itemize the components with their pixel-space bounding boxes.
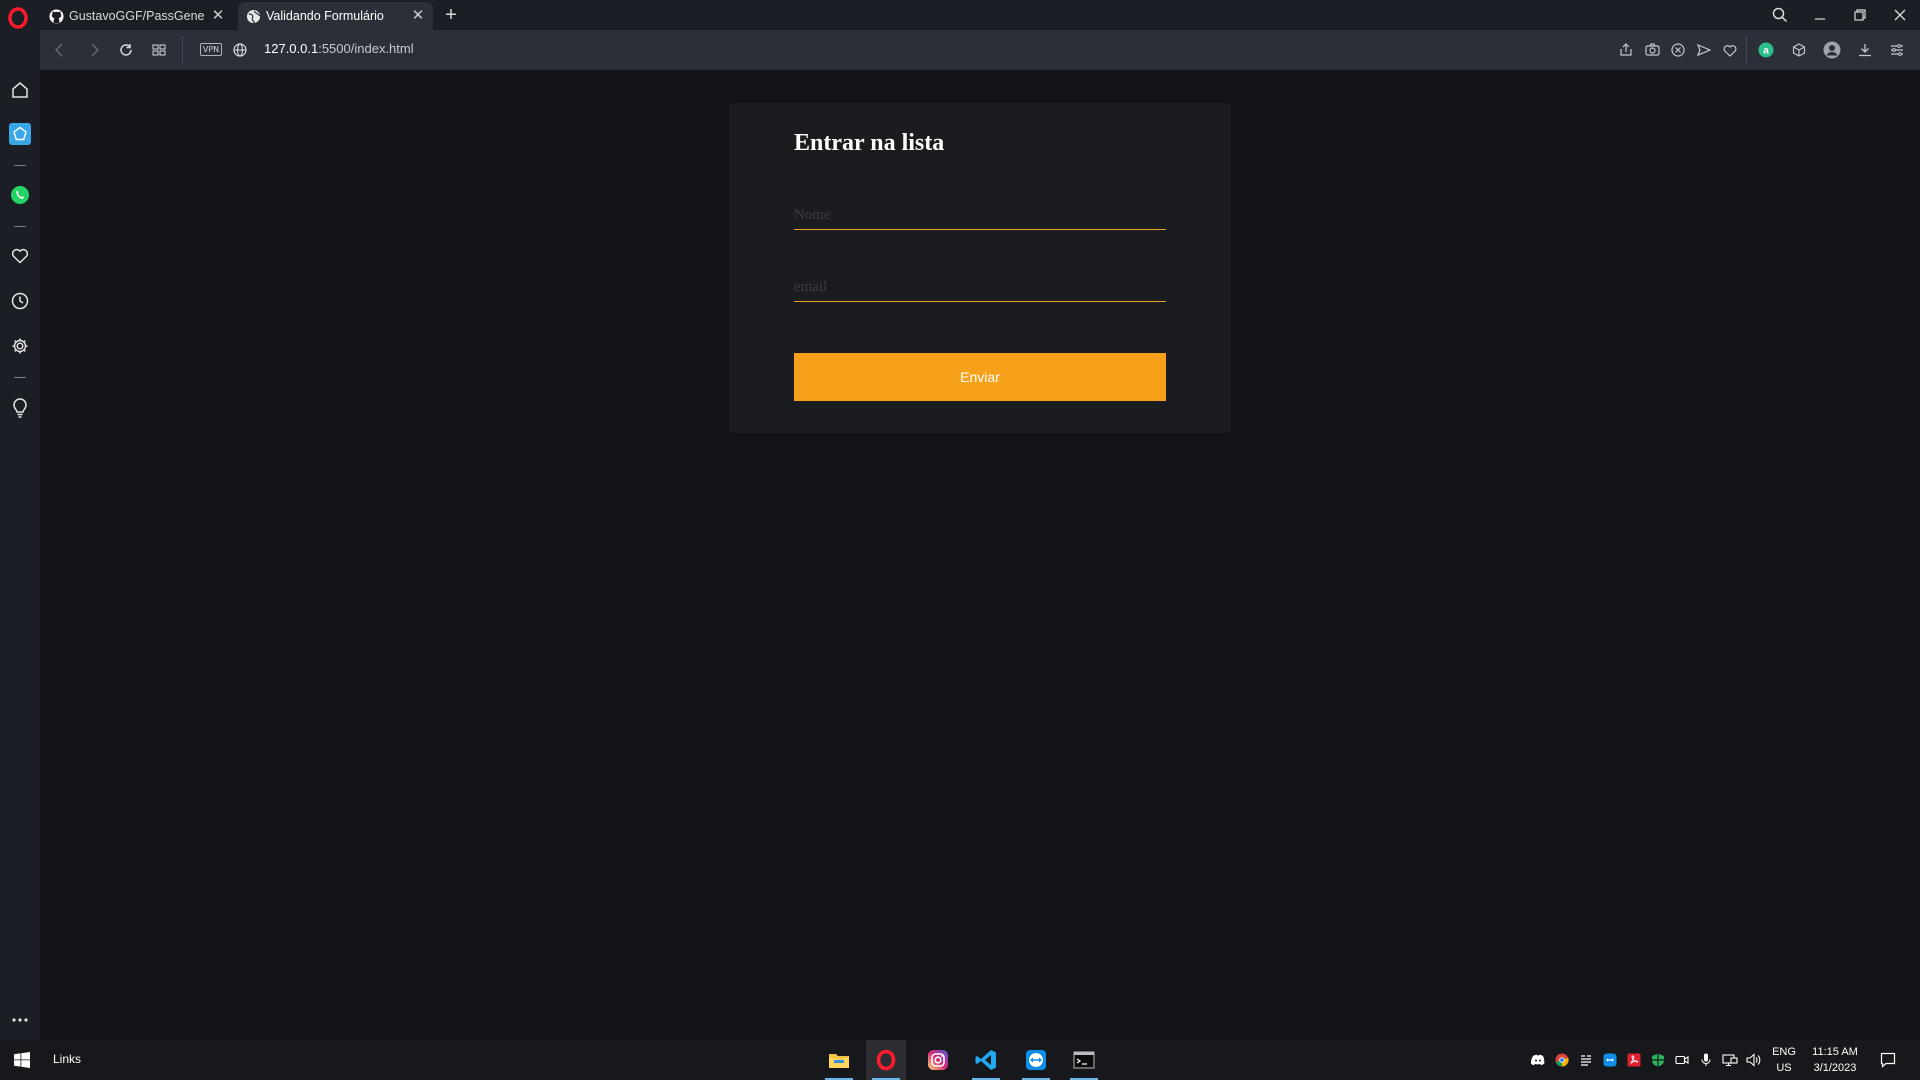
minimize-button[interactable] [1806, 4, 1834, 26]
heart-icon[interactable] [8, 244, 32, 268]
security-tray-icon[interactable] [1650, 1052, 1666, 1068]
home-icon[interactable] [8, 78, 32, 102]
input-language-indicator[interactable]: ENG US [1768, 1044, 1800, 1076]
share-icon[interactable] [1616, 40, 1636, 60]
windows-taskbar: Links ENG US 11:15 AM 3/1/2023 [0, 1040, 1920, 1080]
close-tab-icon[interactable]: ✕ [211, 8, 225, 23]
file-explorer-icon[interactable] [819, 1040, 859, 1080]
aria-extension-icon[interactable]: a [1756, 40, 1776, 60]
network-icon[interactable] [1722, 1052, 1738, 1068]
links-toolbar-label[interactable]: Links [53, 1052, 81, 1066]
easy-setup-menu-icon[interactable] [1887, 40, 1907, 60]
more-icon[interactable] [8, 1008, 32, 1032]
chrome-tray-icon[interactable] [1554, 1052, 1570, 1068]
sidebar-divider [14, 165, 26, 166]
meet-now-icon[interactable] [1674, 1052, 1690, 1068]
region-code: US [1776, 1062, 1792, 1074]
bookmark-heart-icon[interactable] [1720, 40, 1740, 60]
lightbulb-icon[interactable] [8, 396, 32, 420]
instagram-icon[interactable] [918, 1040, 958, 1080]
new-tab-button[interactable]: + [441, 4, 461, 26]
page-viewport: Entrar na lista Enviar [40, 70, 1920, 1040]
sidebar-divider [14, 226, 26, 227]
microphone-icon[interactable] [1698, 1052, 1714, 1068]
send-icon[interactable] [1694, 40, 1714, 60]
email-input[interactable] [794, 274, 1166, 302]
search-tabs-icon[interactable] [1766, 4, 1794, 26]
forward-button[interactable] [84, 40, 104, 60]
svg-text:a: a [1763, 46, 1769, 57]
snapshot-camera-icon[interactable] [1642, 40, 1662, 60]
clock-date: 3/1/2023 [1813, 1062, 1857, 1074]
pdf-tray-icon[interactable] [1626, 1052, 1642, 1068]
url-path: :5500/index.html [318, 41, 414, 56]
signup-form-card: Entrar na lista Enviar [730, 103, 1230, 433]
url-host: 127.0.0.1 [264, 41, 319, 56]
whatsapp-icon[interactable] [8, 183, 32, 207]
notes-tray-icon[interactable] [1578, 1052, 1594, 1068]
back-button[interactable] [50, 40, 70, 60]
tab-github[interactable]: GustavoGGF/PassGenerator ✕ [41, 2, 233, 30]
site-info-globe-icon[interactable] [230, 40, 250, 60]
opera-icon[interactable] [866, 1040, 906, 1080]
extensions-cube-icon[interactable] [1789, 40, 1809, 60]
opera-logo-icon[interactable] [8, 7, 28, 29]
address-toolbar: VPN 127.0.0.1:5500/index.html a [40, 30, 1920, 70]
name-input[interactable] [794, 202, 1166, 230]
submit-button[interactable]: Enviar [794, 353, 1166, 401]
tab-label: Validando Formulário [266, 9, 384, 23]
settings-icon[interactable] [8, 334, 32, 358]
tab-overview-icon[interactable] [149, 40, 169, 60]
discord-tray-icon[interactable] [1530, 1052, 1546, 1068]
teamviewer-tray-icon[interactable] [1602, 1052, 1618, 1068]
opera-sidebar [0, 30, 40, 1040]
close-window-button[interactable] [1886, 4, 1914, 26]
restore-button[interactable] [1846, 4, 1874, 26]
adblock-icon[interactable] [1668, 40, 1688, 60]
windows-start-icon[interactable] [14, 1052, 30, 1068]
close-tab-icon[interactable]: ✕ [411, 8, 425, 23]
vpn-badge[interactable]: VPN [200, 43, 222, 56]
tab-label: GustavoGGF/PassGenerator [69, 9, 205, 23]
github-icon [49, 8, 64, 24]
clock-time: 11:15 AM [1812, 1046, 1858, 1058]
downloads-icon[interactable] [1855, 40, 1875, 60]
notification-center-icon[interactable] [1880, 1052, 1896, 1068]
toolbar-divider [1746, 36, 1747, 64]
url-field[interactable]: 127.0.0.1:5500/index.html [264, 41, 414, 56]
language-code: ENG [1772, 1046, 1796, 1058]
terminal-icon[interactable] [1064, 1040, 1104, 1080]
reload-button[interactable] [116, 40, 136, 60]
speed-dial-icon[interactable] [9, 123, 31, 145]
browser-titlebar: GustavoGGF/PassGenerator ✕ Validando For… [0, 0, 1920, 30]
vscode-icon[interactable] [966, 1040, 1006, 1080]
sidebar-divider [14, 377, 26, 378]
globe-icon [246, 9, 261, 23]
teamviewer-icon[interactable] [1016, 1040, 1056, 1080]
tab-validando-formulario[interactable]: Validando Formulário ✕ [238, 2, 433, 30]
profile-avatar-icon[interactable] [1822, 40, 1842, 60]
form-title: Entrar na lista [794, 130, 945, 156]
history-icon[interactable] [8, 289, 32, 313]
system-clock[interactable]: 11:15 AM 3/1/2023 [1800, 1044, 1870, 1076]
toolbar-divider [182, 36, 183, 64]
volume-icon[interactable] [1746, 1052, 1762, 1068]
